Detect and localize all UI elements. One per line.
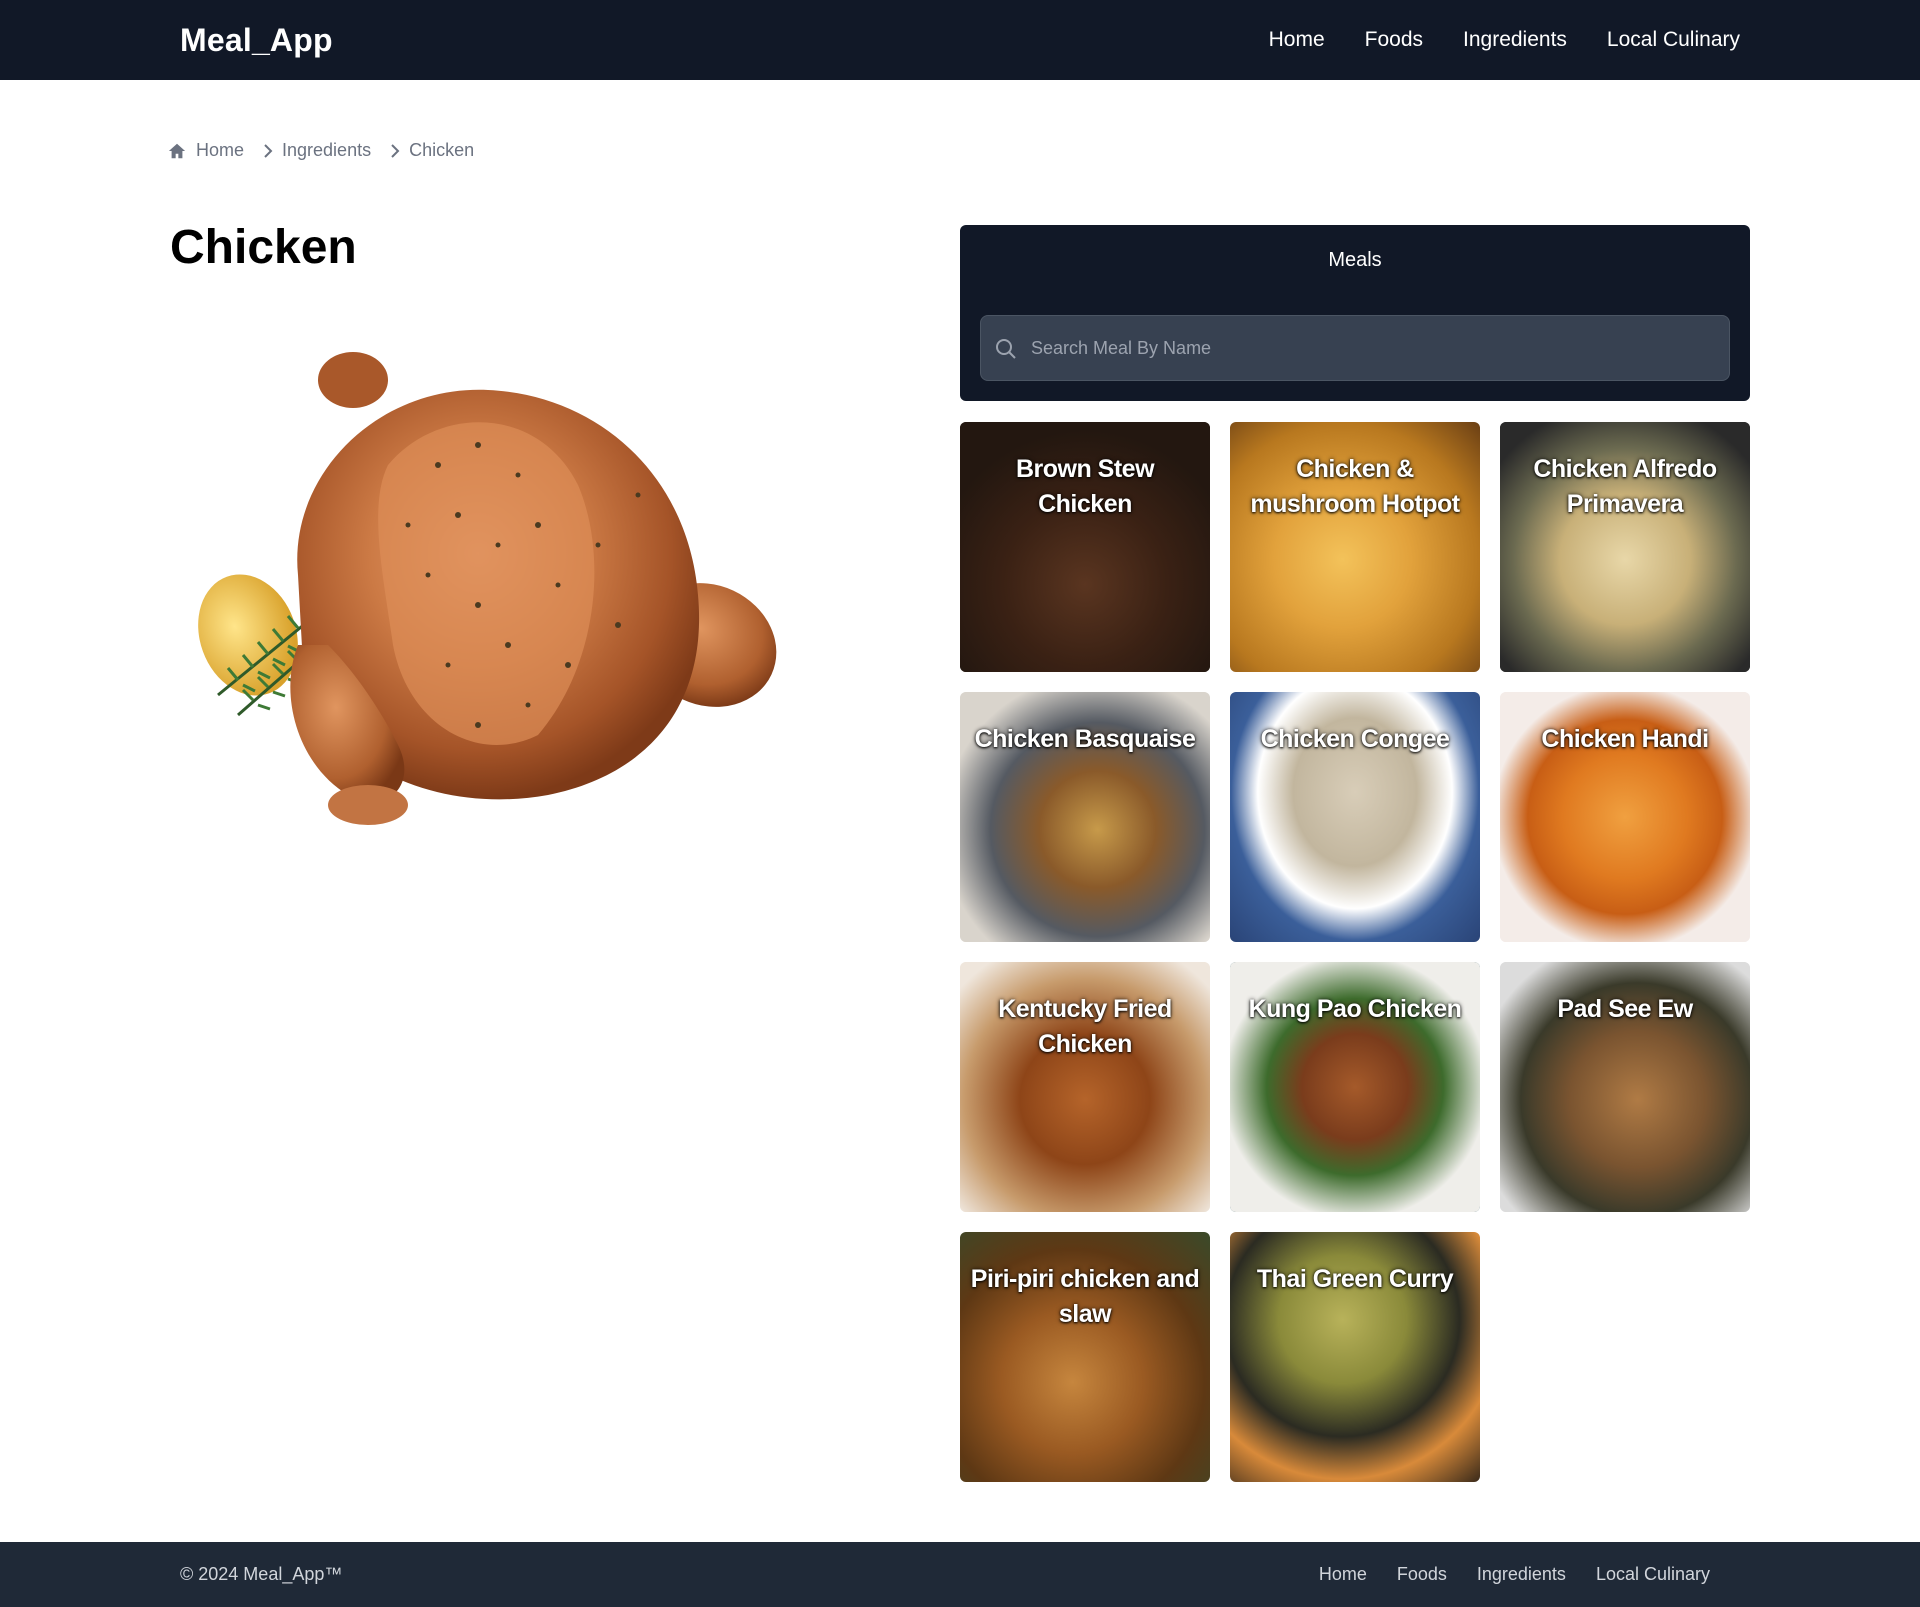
footer-link-foods[interactable]: Foods [1397,1564,1447,1585]
meals-panel: Meals [960,225,1750,401]
meal-card-name: Piri-piri chicken and slaw [970,1265,1200,1328]
nav-link-local-culinary[interactable]: Local Culinary [1607,28,1740,52]
page-title: Chicken [170,221,357,274]
footer: © 2024 Meal_App™ Home Foods Ingredients … [0,1542,1920,1607]
meal-card[interactable]: Brown Stew Chicken [960,422,1210,672]
meal-card-name: Brown Stew Chicken [1015,455,1155,518]
meals-panel-title: Meals [1328,249,1382,271]
breadcrumb-current-label: Chicken [409,140,475,160]
chevron-right-icon [389,143,401,159]
meal-card-name: Kentucky Fried Chicken [998,995,1172,1058]
breadcrumb-ingredients[interactable]: Ingredients [282,140,371,161]
meal-card-name: Thai Green Curry [1256,1265,1454,1293]
breadcrumb-ingredients-label: Ingredients [282,140,372,160]
meal-card[interactable]: Pad See Ew [1500,962,1750,1212]
meal-card[interactable]: Chicken Handi [1500,692,1750,942]
breadcrumb-home[interactable]: Home [168,140,244,161]
nav-link-foods[interactable]: Foods [1365,28,1423,52]
footer-copyright: © 2024 Meal_App™ [180,1564,343,1584]
meal-card[interactable]: Chicken Basquaise [960,692,1210,942]
meal-card-name: Kung Pao Chicken [1248,995,1462,1023]
meal-card[interactable]: Thai Green Curry [1230,1232,1480,1482]
meal-card[interactable]: Chicken Alfredo Primavera [1500,422,1750,672]
home-icon [168,142,186,160]
meal-search-input[interactable] [1031,316,1711,380]
footer-link-local-culinary[interactable]: Local Culinary [1596,1564,1710,1585]
breadcrumb-home-label: Home [196,140,245,160]
meal-card-name: Chicken & mushroom Hotpot [1250,455,1460,518]
footer-nav: Home Foods Ingredients Local Culinary [1319,1542,1710,1607]
nav-link-ingredients[interactable]: Ingredients [1463,28,1567,52]
nav-link-home[interactable]: Home [1269,28,1325,52]
meal-card-name: Chicken Alfredo Primavera [1533,455,1717,518]
breadcrumb-current: Chicken [409,140,474,161]
footer-link-home[interactable]: Home [1319,1564,1367,1585]
meal-card[interactable]: Piri-piri chicken and slaw [960,1232,1210,1482]
meal-card[interactable]: Chicken Congee [1230,692,1480,942]
chevron-right-icon [262,143,274,159]
meal-card[interactable]: Kung Pao Chicken [1230,962,1480,1212]
breadcrumb: Home Ingredients Chicken [168,140,474,161]
meals-grid: Brown Stew Chicken Chicken & mushroom Ho… [960,422,1750,1482]
meal-card-name: Pad See Ew [1557,995,1693,1023]
top-navbar: Meal_App Home Foods Ingredients Local Cu… [0,0,1920,80]
footer-link-ingredients[interactable]: Ingredients [1477,1564,1566,1585]
main-nav: Home Foods Ingredients Local Culinary [1269,0,1740,80]
meal-card[interactable]: Chicken & mushroom Hotpot [1230,422,1480,672]
meal-search-box [980,315,1730,381]
meal-card-name: Chicken Congee [1260,725,1450,753]
meal-card[interactable]: Kentucky Fried Chicken [960,962,1210,1212]
meal-card-name: Chicken Basquaise [974,725,1196,753]
brand-logo[interactable]: Meal_App [180,22,333,59]
ingredient-image [178,345,798,875]
meal-card-name: Chicken Handi [1541,725,1709,753]
